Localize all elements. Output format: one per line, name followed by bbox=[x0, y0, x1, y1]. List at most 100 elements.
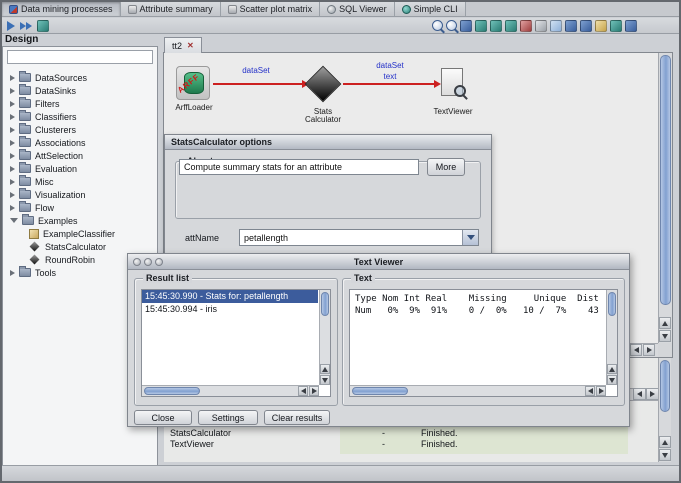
tree-item-examples[interactable]: Examples bbox=[3, 214, 157, 227]
expand-icon[interactable] bbox=[10, 178, 15, 185]
text-hscrollbar[interactable] bbox=[350, 385, 606, 396]
window-zoom-icon[interactable] bbox=[155, 258, 163, 266]
settings-button[interactable]: Settings bbox=[198, 410, 258, 425]
delete-icon[interactable] bbox=[520, 19, 532, 32]
zoom-in-icon[interactable] bbox=[446, 20, 457, 31]
tree-item-attselection[interactable]: AttSelection bbox=[3, 149, 157, 162]
tree-item-flow[interactable]: Flow bbox=[3, 201, 157, 214]
window-close-icon[interactable] bbox=[133, 258, 141, 266]
tree-item-filters[interactable]: Filters bbox=[3, 97, 157, 110]
result-list-hscrollbar[interactable] bbox=[142, 385, 319, 396]
collapse-icon[interactable] bbox=[10, 218, 18, 223]
expand-icon[interactable] bbox=[10, 100, 15, 107]
tree-item-exampleclassifier[interactable]: ExampleClassifier bbox=[3, 227, 157, 240]
close-tab-icon[interactable]: ✕ bbox=[187, 41, 194, 50]
result-item-selected[interactable]: 15:45:30.990 - Stats for: petallength bbox=[142, 290, 318, 303]
stop-icon[interactable] bbox=[37, 19, 49, 32]
tree-item-visualization[interactable]: Visualization bbox=[3, 188, 157, 201]
tab-data-mining-processes[interactable]: Data mining processes bbox=[2, 2, 121, 16]
vscrollbar-thumb[interactable] bbox=[608, 292, 616, 316]
tree-item-evaluation[interactable]: Evaluation bbox=[3, 162, 157, 175]
dialog-titlebar[interactable]: StatsCalculator options bbox=[165, 135, 491, 150]
tab-scatter-plot-matrix[interactable]: Scatter plot matrix bbox=[220, 2, 321, 16]
flow-document-tab[interactable]: tt2 ✕ bbox=[164, 37, 202, 53]
expand-icon[interactable] bbox=[10, 191, 15, 198]
help-icon[interactable] bbox=[625, 19, 637, 32]
tab-sql-viewer[interactable]: SQL Viewer bbox=[320, 2, 395, 16]
vscrollbar-thumb[interactable] bbox=[321, 292, 329, 316]
play-icon[interactable] bbox=[7, 20, 15, 31]
attname-combobox[interactable]: petallength bbox=[239, 229, 479, 246]
expand-icon[interactable] bbox=[10, 269, 15, 276]
combobox-dropdown-button[interactable] bbox=[462, 230, 478, 245]
tree-item-datasinks[interactable]: DataSinks bbox=[3, 84, 157, 97]
tree-item-classifiers[interactable]: Classifiers bbox=[3, 110, 157, 123]
expand-icon[interactable] bbox=[10, 165, 15, 172]
log-vscrollbar[interactable] bbox=[658, 358, 671, 462]
load-icon[interactable] bbox=[595, 19, 607, 32]
save-icon[interactable] bbox=[565, 19, 577, 32]
expand-icon[interactable] bbox=[10, 113, 15, 120]
hscrollbar-thumb[interactable] bbox=[352, 387, 408, 395]
clear-results-button[interactable]: Clear results bbox=[264, 410, 330, 425]
scroll-up-icon[interactable] bbox=[659, 317, 671, 329]
new-flow-icon[interactable] bbox=[550, 19, 562, 32]
tree-item-statscalculator[interactable]: StatsCalculator bbox=[3, 240, 157, 253]
save-as-icon[interactable] bbox=[580, 19, 592, 32]
tree-item-datasources[interactable]: DataSources bbox=[3, 71, 157, 84]
expand-icon[interactable] bbox=[10, 74, 15, 81]
scroll-right-icon[interactable] bbox=[596, 386, 606, 396]
result-item[interactable]: 15:45:30.994 - iris bbox=[142, 303, 318, 316]
scroll-down-icon[interactable] bbox=[659, 449, 671, 461]
expand-icon[interactable] bbox=[10, 139, 15, 146]
tab-simple-cli[interactable]: Simple CLI bbox=[394, 2, 466, 16]
more-button[interactable]: More bbox=[427, 158, 465, 176]
scroll-left-icon[interactable] bbox=[630, 344, 642, 356]
scroll-up-icon[interactable] bbox=[607, 364, 617, 374]
paste-icon[interactable] bbox=[505, 19, 517, 32]
cut-icon[interactable] bbox=[475, 19, 487, 32]
copy-icon[interactable] bbox=[490, 19, 502, 32]
tree-item-misc[interactable]: Misc bbox=[3, 175, 157, 188]
grid-icon[interactable] bbox=[535, 19, 547, 32]
vscrollbar-thumb[interactable] bbox=[660, 55, 671, 305]
cursor-select-icon[interactable] bbox=[460, 19, 472, 32]
scroll-down-icon[interactable] bbox=[320, 375, 330, 385]
scroll-right-icon[interactable] bbox=[309, 386, 319, 396]
play-parallel-icon[interactable] bbox=[20, 21, 32, 30]
node-textviewer[interactable] bbox=[441, 68, 466, 97]
gear-icon[interactable] bbox=[610, 19, 622, 32]
scroll-up-icon[interactable] bbox=[320, 364, 330, 374]
tab-attribute-summary[interactable]: Attribute summary bbox=[120, 2, 221, 16]
scroll-up-icon[interactable] bbox=[659, 436, 671, 448]
window-minimize-icon[interactable] bbox=[144, 258, 152, 266]
scroll-left-icon[interactable] bbox=[633, 388, 646, 400]
expand-icon[interactable] bbox=[10, 204, 15, 211]
expand-icon[interactable] bbox=[10, 152, 15, 159]
tree-item-clusterers[interactable]: Clusterers bbox=[3, 123, 157, 136]
scroll-right-icon[interactable] bbox=[643, 344, 655, 356]
scroll-left-icon[interactable] bbox=[298, 386, 308, 396]
connection-dataset-1[interactable] bbox=[213, 80, 309, 88]
result-list[interactable]: 15:45:30.990 - Stats for: petallength 15… bbox=[141, 289, 331, 397]
expand-icon[interactable] bbox=[10, 126, 15, 133]
scroll-down-icon[interactable] bbox=[607, 375, 617, 385]
vscrollbar-thumb[interactable] bbox=[660, 360, 670, 412]
expand-icon[interactable] bbox=[10, 87, 15, 94]
hscrollbar-thumb[interactable] bbox=[144, 387, 200, 395]
scroll-down-icon[interactable] bbox=[659, 330, 671, 342]
about-text-field[interactable]: Compute summary stats for an attribute bbox=[179, 159, 419, 175]
canvas-vscrollbar[interactable] bbox=[658, 53, 672, 343]
scroll-left-icon[interactable] bbox=[585, 386, 595, 396]
close-button[interactable]: Close bbox=[134, 410, 192, 425]
dialog-titlebar[interactable]: Text Viewer bbox=[128, 254, 629, 270]
node-arffloader[interactable]: ARFF bbox=[176, 66, 210, 100]
text-output-area[interactable]: Type Nom Int Real Missing Unique Dist Nu… bbox=[349, 289, 618, 397]
text-vscrollbar[interactable] bbox=[606, 290, 617, 385]
tree-item-associations[interactable]: Associations bbox=[3, 136, 157, 149]
node-statscalculator[interactable] bbox=[304, 65, 342, 103]
zoom-out-icon[interactable] bbox=[432, 20, 443, 31]
connection-dataset-2[interactable] bbox=[343, 80, 441, 88]
tree-filter-input[interactable] bbox=[7, 50, 153, 64]
result-list-vscrollbar[interactable] bbox=[319, 290, 330, 385]
